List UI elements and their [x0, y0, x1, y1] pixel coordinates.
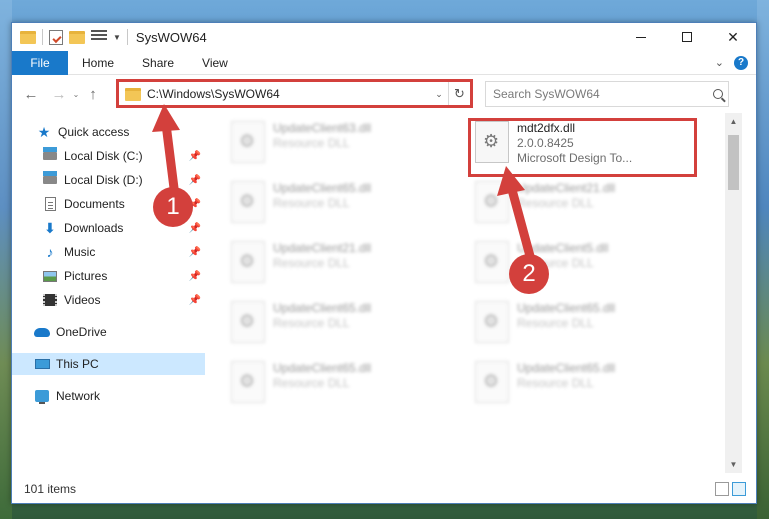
- step-2-badge: 2: [509, 254, 549, 294]
- annotation-arrows: [152, 104, 535, 261]
- arrow-1: [152, 104, 180, 193]
- step-1-badge: 1: [153, 187, 193, 227]
- arrow-2: [497, 166, 535, 261]
